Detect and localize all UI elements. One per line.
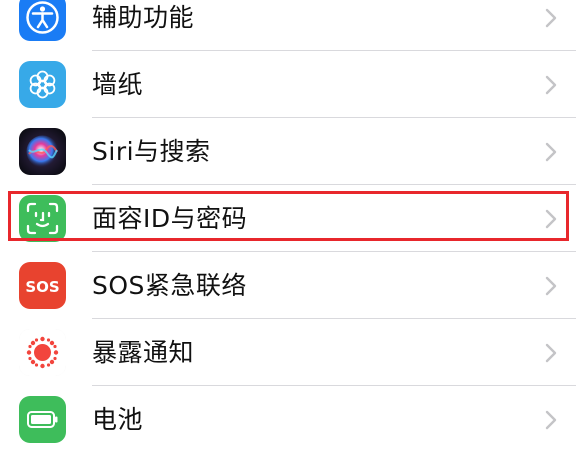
settings-row-label: 墙纸	[92, 70, 144, 99]
settings-row-label: 电池	[92, 405, 144, 434]
settings-row-sos[interactable]: SOS SOS紧急联络	[0, 252, 576, 319]
settings-row-accessibility[interactable]: 辅助功能	[0, 0, 576, 51]
settings-row-label: 辅助功能	[92, 3, 195, 32]
settings-row-label: 暴露通知	[92, 338, 195, 367]
settings-row-siri[interactable]: Siri与搜索	[0, 118, 576, 185]
chevron-right-icon	[544, 141, 558, 163]
chevron-right-icon	[544, 275, 558, 297]
sos-icon: SOS	[19, 262, 66, 309]
wallpaper-flower-icon	[19, 61, 66, 108]
settings-row-battery[interactable]: 电池	[0, 386, 576, 453]
settings-row-wallpaper[interactable]: 墙纸	[0, 51, 576, 118]
face-id-icon	[19, 195, 66, 242]
settings-row-exposure[interactable]: 暴露通知	[0, 319, 576, 386]
settings-row-label: Siri与搜索	[92, 137, 211, 166]
chevron-right-icon	[544, 342, 558, 364]
settings-row-label: SOS紧急联络	[92, 271, 247, 300]
accessibility-icon	[19, 0, 66, 41]
settings-list: 辅助功能 墙纸 Siri与搜索 面容ID与密码 SOS SOS紧急联络 暴露通知…	[0, 0, 576, 453]
exposure-notification-icon	[19, 329, 66, 376]
chevron-right-icon	[544, 409, 558, 431]
chevron-right-icon	[544, 208, 558, 230]
battery-icon	[19, 396, 66, 443]
siri-icon	[19, 128, 66, 175]
face-id-row[interactable]: 面容ID与密码	[0, 185, 576, 252]
chevron-right-icon	[544, 7, 558, 29]
sos-icon-text: SOS	[25, 278, 59, 296]
settings-row-label: 面容ID与密码	[92, 204, 248, 233]
chevron-right-icon	[544, 74, 558, 96]
